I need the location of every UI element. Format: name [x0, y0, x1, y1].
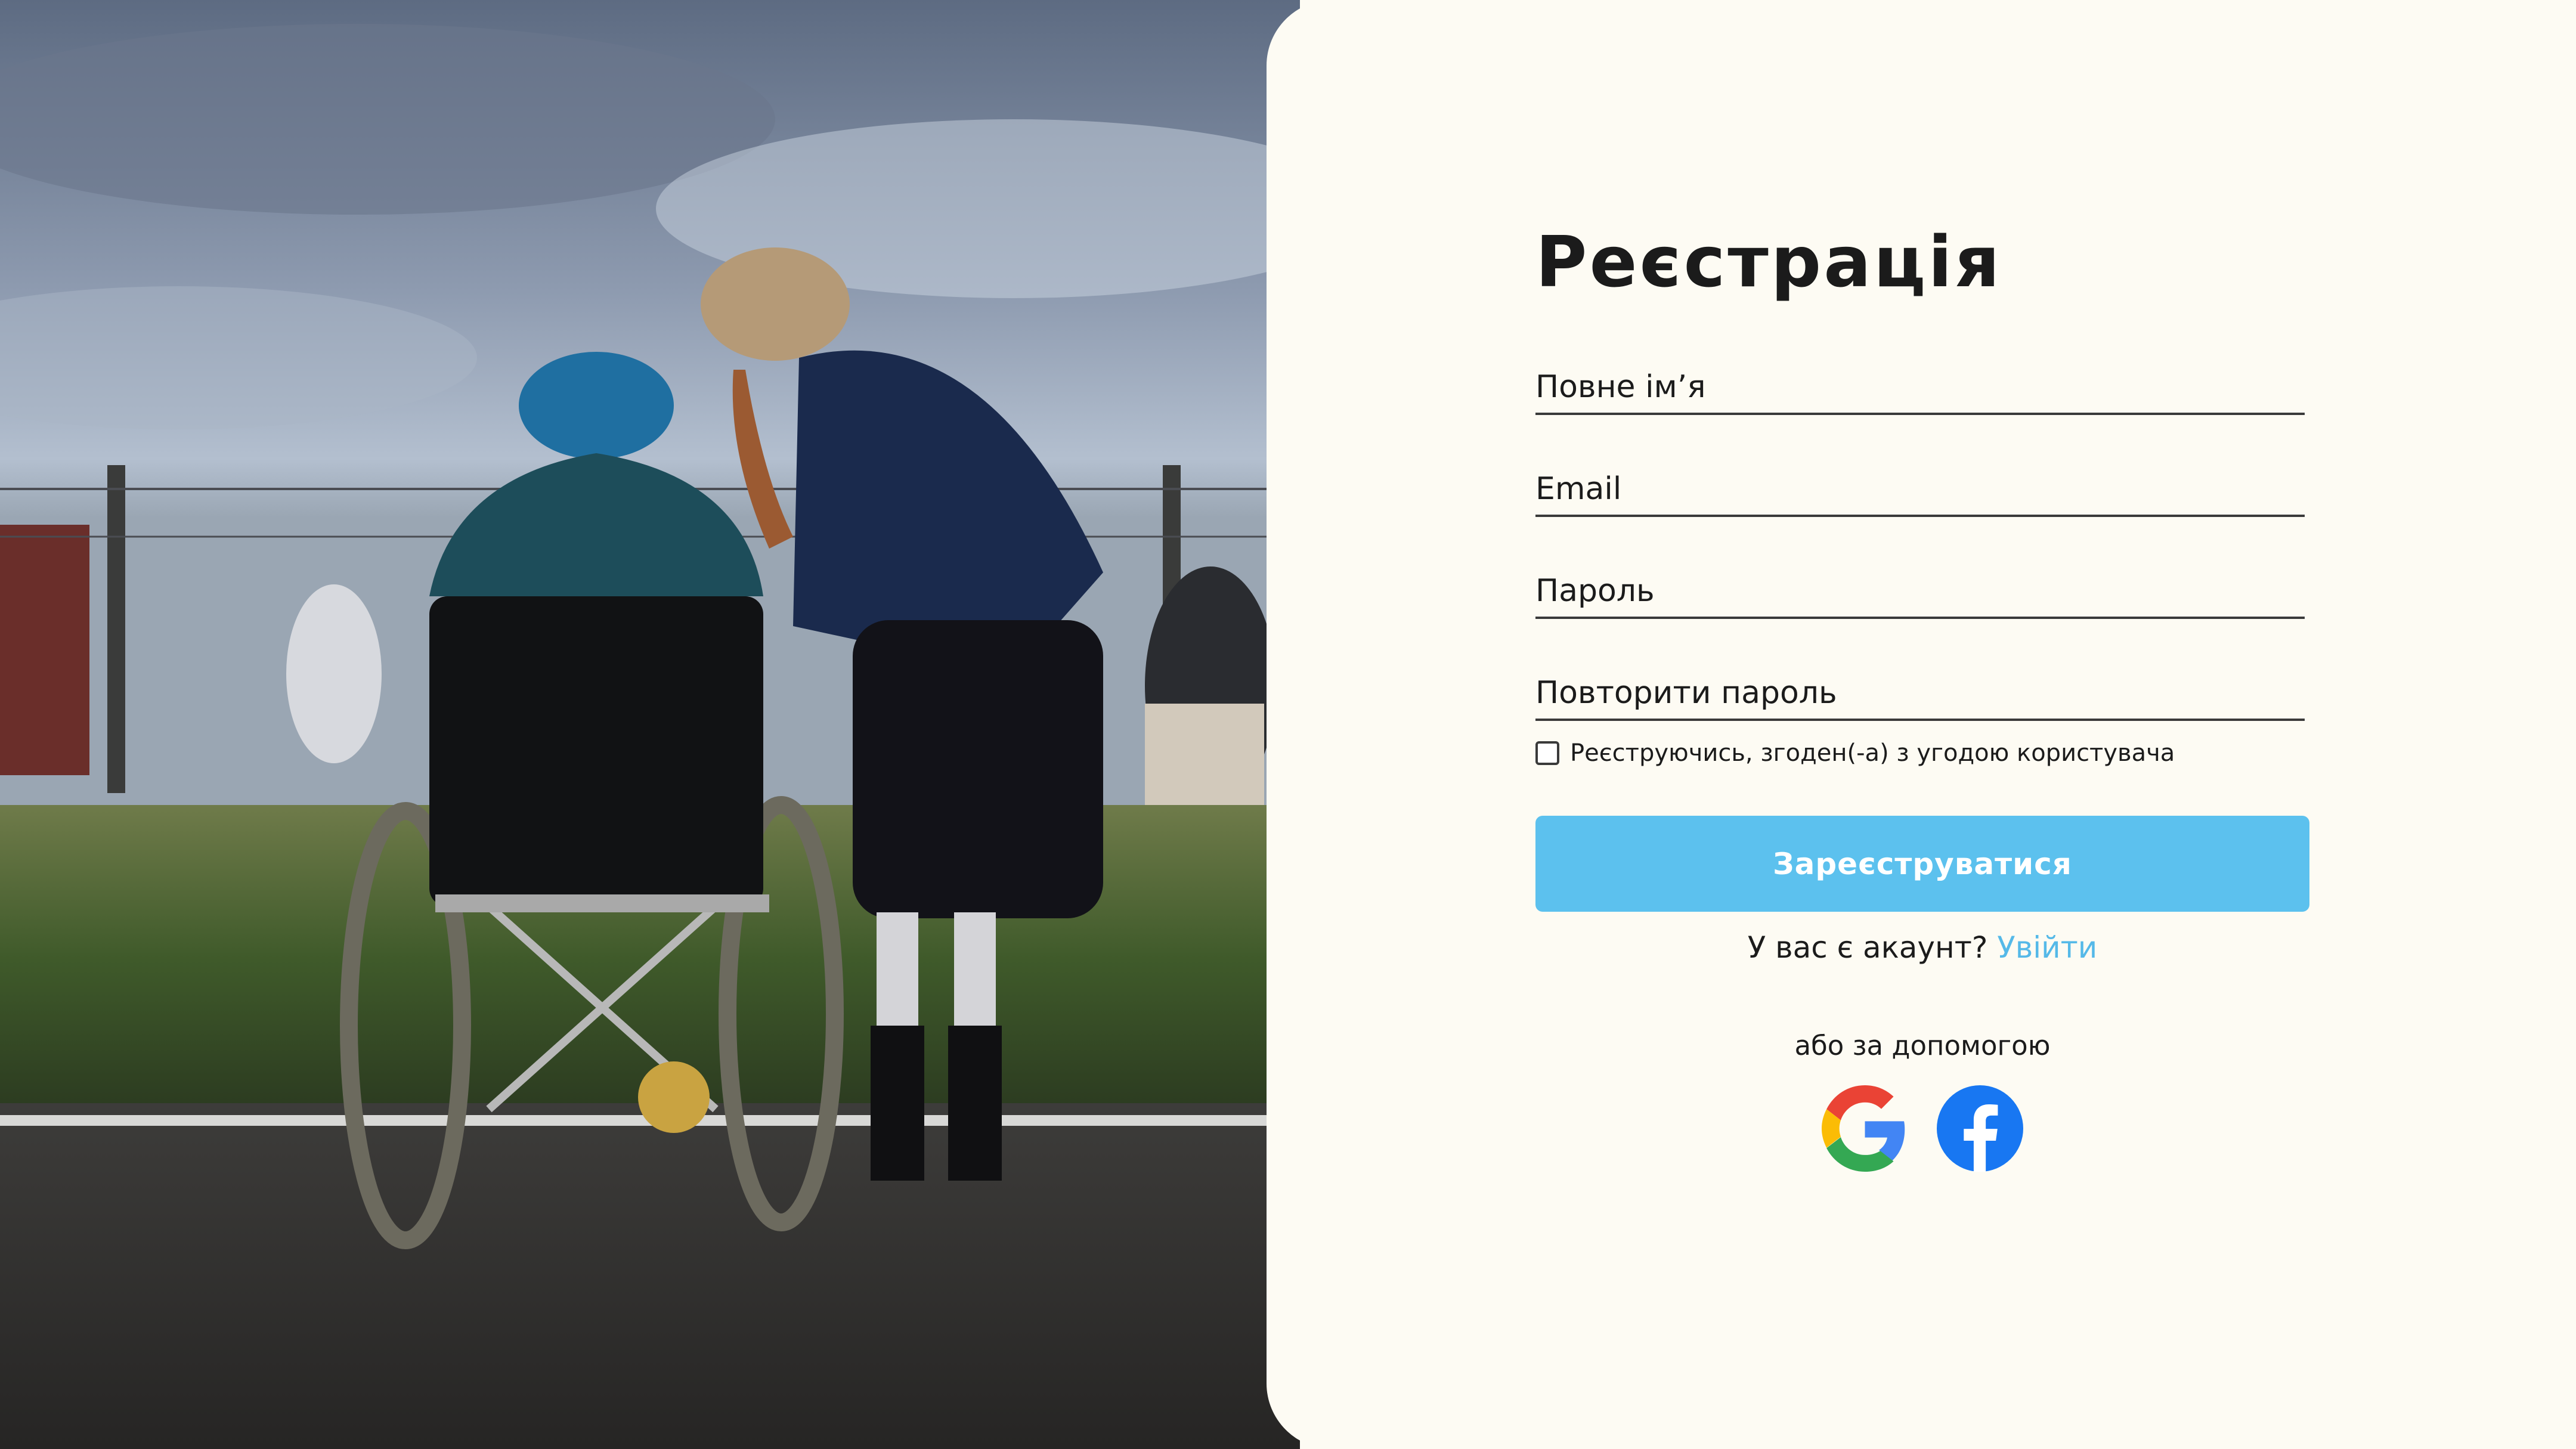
- google-login-button[interactable]: [1822, 1085, 1908, 1172]
- agreement-label: Реєструючись, згоден(-а) з угодою корист…: [1570, 739, 2175, 767]
- login-link[interactable]: Увійти: [1997, 930, 2097, 965]
- have-account-row: У вас є акаунт? Увійти: [1535, 930, 2309, 965]
- page-title: Реєстрація: [1535, 221, 2002, 303]
- agreement-row[interactable]: Реєструючись, згоден(-а) з угодою корист…: [1535, 739, 2175, 767]
- repeat-password-field: [1535, 655, 2305, 721]
- full-name-input[interactable]: [1535, 349, 2305, 415]
- email-input[interactable]: [1535, 451, 2305, 517]
- register-button[interactable]: Зареєструватися: [1535, 816, 2309, 912]
- full-name-field: [1535, 349, 2305, 415]
- hero-photo: [0, 0, 1300, 1449]
- social-login-row: [1535, 1085, 2309, 1172]
- agreement-checkbox[interactable]: [1535, 741, 1559, 765]
- or-via-label: або за допомогою: [1794, 1030, 2051, 1061]
- have-account-text: У вас є акаунт?: [1747, 930, 1988, 965]
- google-icon: [1822, 1085, 1905, 1172]
- password-input[interactable]: [1535, 553, 2305, 619]
- repeat-password-input[interactable]: [1535, 655, 2305, 721]
- photo-illustration: [0, 0, 1300, 1449]
- signup-panel: Реєстрація Реєструючись, згоден(-а) з уг…: [1267, 0, 2576, 1449]
- password-field: [1535, 553, 2305, 619]
- facebook-icon: [1937, 1085, 2023, 1172]
- email-field: [1535, 451, 2305, 517]
- facebook-login-button[interactable]: [1937, 1085, 2023, 1172]
